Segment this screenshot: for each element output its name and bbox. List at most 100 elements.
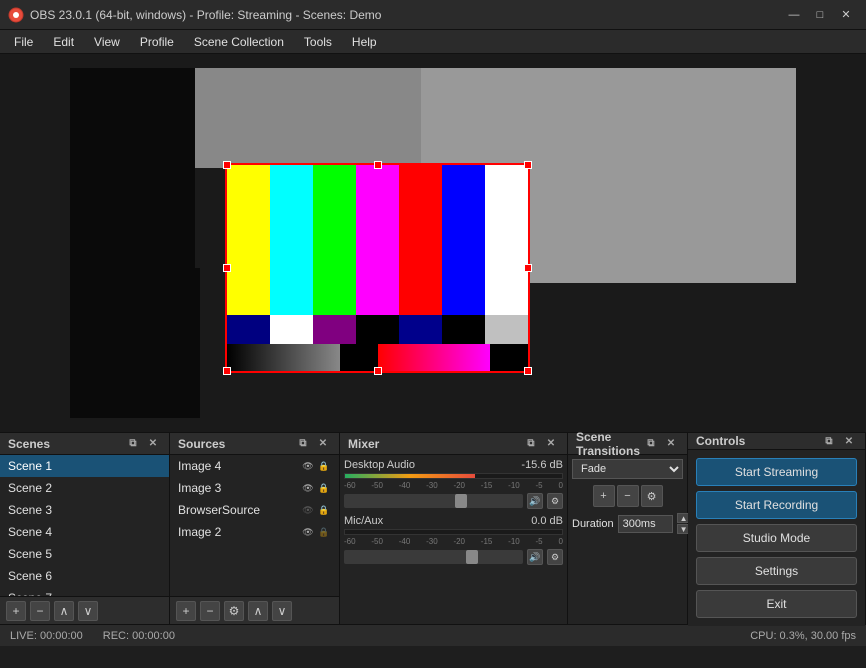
mic-aux-mute-button[interactable]: 🔊 — [527, 549, 543, 565]
scene-item-1[interactable]: Scene 1 — [0, 455, 169, 477]
scenes-close-icon[interactable]: ✕ — [145, 436, 161, 452]
source-lock-icon-image4[interactable]: 🔒 — [317, 459, 331, 473]
scenes-panel-icons: ⧉ ✕ — [125, 436, 161, 452]
source-unlock-icon-image2[interactable]: 🔒 — [317, 525, 331, 539]
resize-handle-bl[interactable] — [223, 367, 231, 375]
desktop-audio-meter-labels: -60-50-40-30-20-15-10-50 — [344, 481, 563, 490]
transition-settings-button[interactable]: ⚙ — [641, 485, 663, 507]
duration-input[interactable] — [618, 515, 673, 533]
sources-panel-icons: ⧉ ✕ — [295, 436, 331, 452]
scenes-remove-button[interactable]: − — [30, 601, 50, 621]
window-title: OBS 23.0.1 (64-bit, windows) - Profile: … — [30, 8, 782, 22]
source-eye-off-icon-browsersource[interactable]: 👁 — [301, 503, 315, 517]
minimize-button[interactable]: — — [782, 5, 806, 25]
source-eye-icon-image4[interactable]: 👁 — [301, 459, 315, 473]
scenes-up-button[interactable]: ∧ — [54, 601, 74, 621]
preview-canvas[interactable] — [70, 68, 796, 418]
bar-white — [485, 165, 528, 315]
desktop-audio-meter — [344, 473, 563, 479]
live-status: LIVE: 00:00:00 — [10, 630, 83, 642]
controls-panel-header: Controls ⧉ ✕ — [688, 433, 865, 450]
rec-status: REC: 00:00:00 — [103, 630, 175, 642]
mic-aux-fader[interactable] — [344, 550, 523, 564]
source-icons-image2: 👁 🔒 — [301, 525, 331, 539]
menu-bar: File Edit View Profile Scene Collection … — [0, 30, 866, 54]
studio-mode-button[interactable]: Studio Mode — [696, 524, 857, 552]
transitions-close-icon[interactable]: ✕ — [663, 436, 679, 452]
source-eye-icon-image2[interactable]: 👁 — [301, 525, 315, 539]
resize-handle-tr[interactable] — [524, 161, 532, 169]
maximize-button[interactable]: □ — [808, 5, 832, 25]
sources-remove-button[interactable]: − — [200, 601, 220, 621]
scenes-add-button[interactable]: + — [6, 601, 26, 621]
menu-help[interactable]: Help — [342, 33, 387, 51]
desktop-audio-settings-button[interactable]: ⚙ — [547, 493, 563, 509]
resize-handle-bm[interactable] — [374, 367, 382, 375]
resize-handle-br[interactable] — [524, 367, 532, 375]
scene-item-2[interactable]: Scene 2 — [0, 477, 169, 499]
color-bars-source[interactable] — [225, 163, 530, 373]
source-lock-icon-image3[interactable]: 🔒 — [317, 481, 331, 495]
sources-settings-button[interactable]: ⚙ — [224, 601, 244, 621]
desktop-audio-mute-button[interactable]: 🔊 — [527, 493, 543, 509]
controls-close-icon[interactable]: ✕ — [841, 433, 857, 449]
menu-profile[interactable]: Profile — [130, 33, 184, 51]
resize-handle-tl[interactable] — [223, 161, 231, 169]
menu-file[interactable]: File — [4, 33, 43, 51]
duration-label: Duration — [572, 518, 614, 530]
source-icons-browsersource: 👁 🔒 — [301, 503, 331, 517]
sources-add-button[interactable]: + — [176, 601, 196, 621]
mixer-filter-icon[interactable]: ⧉ — [523, 436, 539, 452]
transition-add-button[interactable]: + — [593, 485, 615, 507]
close-button[interactable]: ✕ — [834, 5, 858, 25]
resize-handle-tm[interactable] — [374, 161, 382, 169]
source-item-image4[interactable]: Image 4 👁 🔒 — [170, 455, 339, 477]
source-lock-icon-browsersource[interactable]: 🔒 — [317, 503, 331, 517]
transitions-filter-icon[interactable]: ⧉ — [643, 436, 659, 452]
desktop-audio-fader[interactable] — [344, 494, 523, 508]
desktop-audio-fader-thumb[interactable] — [455, 494, 467, 508]
source-item-browsersource[interactable]: BrowserSource 👁 🔒 — [170, 499, 339, 521]
source-item-image3[interactable]: Image 3 👁 🔒 — [170, 477, 339, 499]
controls-filter-icon[interactable]: ⧉ — [821, 433, 837, 449]
sources-up-button[interactable]: ∧ — [248, 601, 268, 621]
scene-item-6[interactable]: Scene 6 — [0, 565, 169, 587]
controls-panel: Controls ⧉ ✕ Start Streaming Start Recor… — [688, 433, 866, 624]
scenes-down-button[interactable]: ∨ — [78, 601, 98, 621]
source-eye-icon-image3[interactable]: 👁 — [301, 481, 315, 495]
menu-edit[interactable]: Edit — [43, 33, 84, 51]
sources-filter-icon[interactable]: ⧉ — [295, 436, 311, 452]
mic-aux-settings-button[interactable]: ⚙ — [547, 549, 563, 565]
scene-item-7[interactable]: Scene 7 — [0, 587, 169, 596]
settings-button[interactable]: Settings — [696, 557, 857, 585]
scenes-panel-footer: + − ∧ ∨ — [0, 596, 169, 624]
scene-item-3[interactable]: Scene 3 — [0, 499, 169, 521]
scene-item-4[interactable]: Scene 4 — [0, 521, 169, 543]
menu-tools[interactable]: Tools — [294, 33, 342, 51]
sources-down-button[interactable]: ∨ — [272, 601, 292, 621]
sources-close-icon[interactable]: ✕ — [315, 436, 331, 452]
mixer-track-desktop: Desktop Audio -15.6 dB -60-50-40-30-20-1… — [344, 459, 563, 509]
preview-area — [0, 54, 866, 432]
bar-magenta — [356, 165, 399, 315]
mic-aux-fader-thumb[interactable] — [466, 550, 478, 564]
mic-aux-fader-row: 🔊 ⚙ — [344, 549, 563, 565]
resize-handle-mr[interactable] — [524, 264, 532, 272]
transition-type-select[interactable]: Fade Cut Swipe Slide — [572, 459, 683, 479]
menu-view[interactable]: View — [84, 33, 130, 51]
exit-button[interactable]: Exit — [696, 590, 857, 618]
mixer-panel-icons: ⧉ ✕ — [523, 436, 559, 452]
scene-item-5[interactable]: Scene 5 — [0, 543, 169, 565]
mixer-close-icon[interactable]: ✕ — [543, 436, 559, 452]
scenes-filter-icon[interactable]: ⧉ — [125, 436, 141, 452]
source-item-image2[interactable]: Image 2 👁 🔒 — [170, 521, 339, 543]
sources-list: Image 4 👁 🔒 Image 3 👁 🔒 BrowserSource 👁 … — [170, 455, 339, 596]
transition-remove-button[interactable]: − — [617, 485, 639, 507]
start-streaming-button[interactable]: Start Streaming — [696, 458, 857, 486]
sources-panel-header: Sources ⧉ ✕ — [170, 433, 339, 455]
transitions-panel-title: Scene Transitions — [576, 430, 643, 458]
transitions-panel-header: Scene Transitions ⧉ ✕ — [568, 433, 687, 455]
menu-scene-collection[interactable]: Scene Collection — [184, 33, 294, 51]
start-recording-button[interactable]: Start Recording — [696, 491, 857, 519]
resize-handle-ml[interactable] — [223, 264, 231, 272]
